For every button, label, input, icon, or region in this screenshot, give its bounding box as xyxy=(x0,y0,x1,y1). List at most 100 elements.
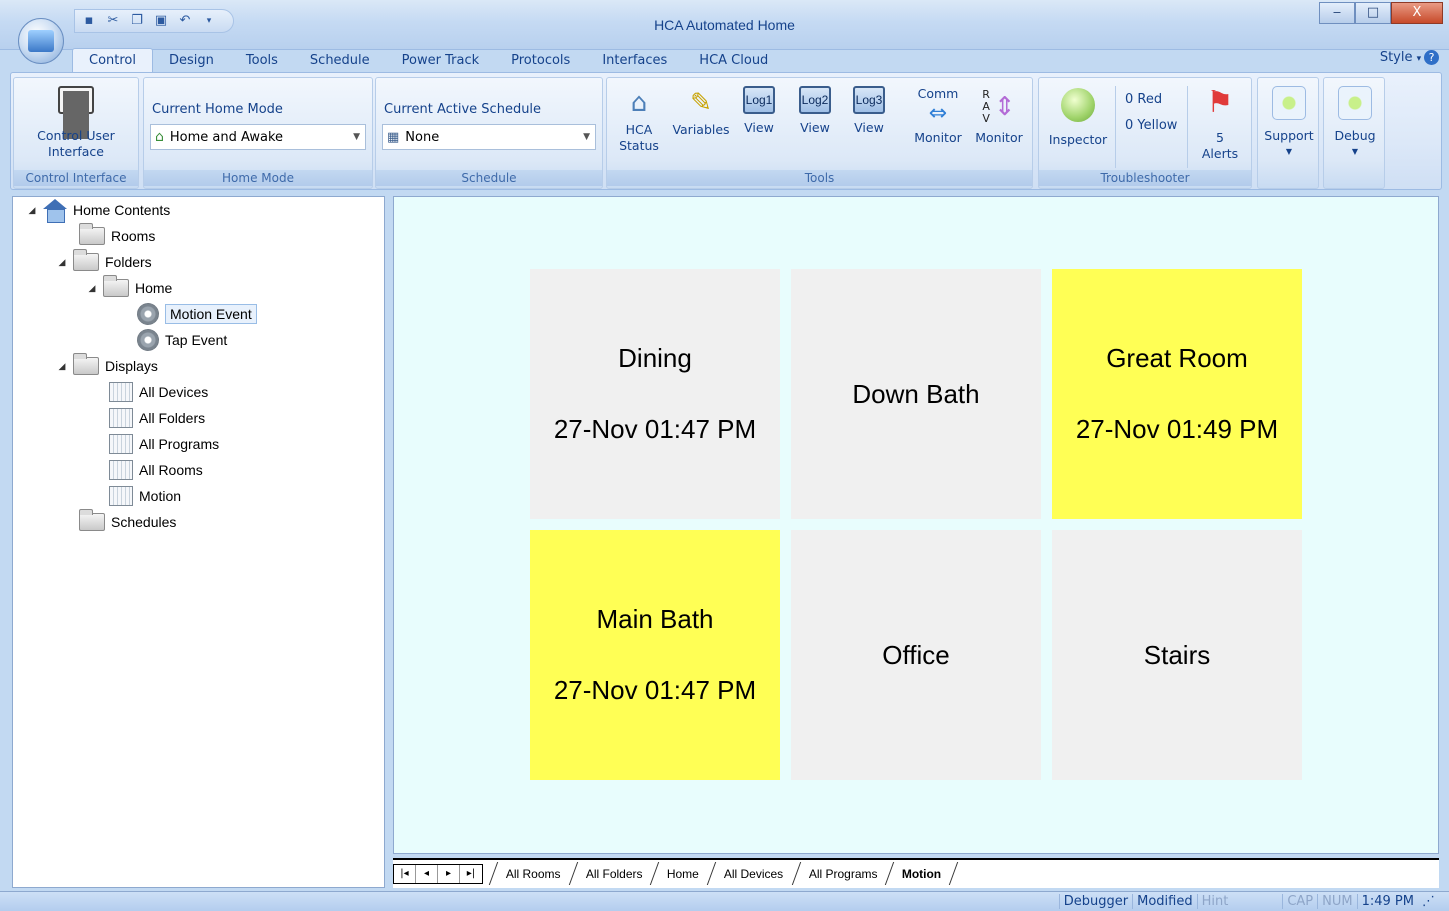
last-motion-time: 27-Nov 01:49 PM xyxy=(1075,414,1279,444)
collapse-icon[interactable]: ◢ xyxy=(87,283,97,294)
status-clock: 1:49 PM xyxy=(1356,894,1418,909)
hca-status-button[interactable]: ⌂ HCA Status xyxy=(613,88,665,154)
tree-node-all-devices[interactable]: All Devices xyxy=(109,381,208,403)
help-icon[interactable]: ? xyxy=(1424,50,1439,65)
tree-node-home-contents[interactable]: ◢ Home Contents xyxy=(27,199,170,223)
style-menu[interactable]: Style ▾ ? xyxy=(1380,50,1439,65)
home-app-icon xyxy=(28,30,54,52)
tab-navigation: |◂ ◂ ▸ ▸| xyxy=(393,864,483,884)
display-tab-all-programs[interactable]: All Programs xyxy=(791,862,894,885)
home-mode-select[interactable]: ⌂ Home and Awake ▼ xyxy=(150,124,366,150)
tree-node-home[interactable]: ◢ Home xyxy=(87,275,172,299)
close-button[interactable]: X xyxy=(1391,2,1443,24)
ribbon-panel: Control User Interface Control Interface… xyxy=(10,72,1442,190)
window-controls: ‒ □ X xyxy=(1319,2,1443,24)
display-tab-all-rooms[interactable]: All Rooms xyxy=(488,862,577,885)
house-magnifier-icon: ⌂ xyxy=(630,88,648,118)
display-tab-home[interactable]: Home xyxy=(650,862,716,885)
log1-view-button[interactable]: Log1 View xyxy=(737,86,781,136)
status-debugger: Debugger xyxy=(1058,894,1132,909)
collapse-icon[interactable]: ◢ xyxy=(27,205,37,216)
maximize-button[interactable]: □ xyxy=(1355,2,1391,24)
debug-button[interactable]: Debug ▼ xyxy=(1326,86,1384,160)
room-name: Down Bath xyxy=(852,378,980,409)
first-tab-icon[interactable]: |◂ xyxy=(394,865,416,883)
status-modified: Modified xyxy=(1132,894,1196,909)
tree-node-schedules[interactable]: Schedules xyxy=(79,509,176,533)
display-tab-all-folders[interactable]: All Folders xyxy=(568,862,659,885)
tree-node-tap-event[interactable]: Tap Event xyxy=(137,329,227,351)
control-user-interface-button[interactable]: Control User Interface xyxy=(20,86,132,160)
red-count[interactable]: 0 Red xyxy=(1125,92,1162,107)
status-caps-lock: CAP xyxy=(1282,894,1317,909)
tree-node-motion-event[interactable]: Motion Event xyxy=(137,303,257,325)
tree-node-label: Motion Event xyxy=(165,304,257,324)
green-light-icon xyxy=(1272,86,1306,120)
log1-view-label: View xyxy=(744,120,774,135)
next-tab-icon[interactable]: ▸ xyxy=(438,865,460,883)
application-menu-button[interactable] xyxy=(18,18,64,64)
support-button[interactable]: Support ▼ xyxy=(1260,86,1318,160)
room-tile-main-bath[interactable]: Main Bath 27-Nov 01:47 PM xyxy=(530,530,780,780)
tree-node-all-rooms[interactable]: All Rooms xyxy=(109,459,203,481)
room-tile-down-bath[interactable]: Down Bath xyxy=(791,269,1041,519)
last-tab-icon[interactable]: ▸| xyxy=(460,865,482,883)
style-menu-label: Style xyxy=(1379,50,1413,65)
tree-node-label: Rooms xyxy=(111,228,156,244)
tab-interfaces[interactable]: Interfaces xyxy=(586,49,683,73)
room-tile-dining[interactable]: Dining 27-Nov 01:47 PM xyxy=(530,269,780,519)
resize-grip-icon[interactable]: ⋰ xyxy=(1418,894,1439,909)
tab-label: All Rooms xyxy=(505,867,561,881)
tab-design[interactable]: Design xyxy=(153,49,230,73)
schedule-select[interactable]: ▦ None ▼ xyxy=(382,124,596,150)
yellow-count[interactable]: 0 Yellow xyxy=(1125,118,1177,133)
room-tile-stairs[interactable]: Stairs xyxy=(1052,530,1302,780)
last-motion-time: 27-Nov 01:47 PM xyxy=(553,675,757,705)
display-tab-all-devices[interactable]: All Devices xyxy=(707,862,800,885)
tree-node-folders[interactable]: ◢ Folders xyxy=(57,249,152,273)
collapse-icon[interactable]: ◢ xyxy=(57,361,67,372)
tab-hca-cloud[interactable]: HCA Cloud xyxy=(683,49,784,73)
schedule-value: None xyxy=(405,129,440,145)
log2-view-label: View xyxy=(800,120,830,135)
log3-view-button[interactable]: Log3 View xyxy=(847,86,891,136)
house-icon xyxy=(43,199,67,223)
minimize-button[interactable]: ‒ xyxy=(1319,2,1355,24)
group-tools: ⌂ HCA Status ✎ Variables Log1 View Log2 … xyxy=(606,77,1033,189)
tab-tools[interactable]: Tools xyxy=(230,49,294,73)
comm-monitor-button[interactable]: Comm ⇔ Monitor xyxy=(907,86,969,146)
display-tab-motion[interactable]: Motion xyxy=(885,862,959,885)
tree-node-all-programs[interactable]: All Programs xyxy=(109,433,219,455)
log3-view-label: View xyxy=(854,120,884,135)
tab-power-track[interactable]: Power Track xyxy=(386,49,495,73)
tab-schedule[interactable]: Schedule xyxy=(294,49,386,73)
previous-tab-icon[interactable]: ◂ xyxy=(416,865,438,883)
display-icon xyxy=(109,434,133,454)
room-tile-great-room[interactable]: Great Room 27-Nov 01:49 PM xyxy=(1052,269,1302,519)
status-num-lock: NUM xyxy=(1317,894,1356,909)
control-user-interface-label: Control User Interface xyxy=(37,128,115,159)
tab-control[interactable]: Control xyxy=(72,48,153,73)
room-tile-office[interactable]: Office xyxy=(791,530,1041,780)
tree-node-all-folders[interactable]: All Folders xyxy=(109,407,205,429)
inspector-label: Inspector xyxy=(1048,132,1108,147)
tab-protocols[interactable]: Protocols xyxy=(495,49,586,73)
log2-view-button[interactable]: Log2 View xyxy=(793,86,837,136)
display-icon xyxy=(109,408,133,428)
tree-node-rooms[interactable]: Rooms xyxy=(79,223,156,247)
collapse-icon[interactable]: ◢ xyxy=(57,257,67,268)
folder-icon xyxy=(73,353,99,375)
alerts-button[interactable]: ⚑ 5 Alerts xyxy=(1191,86,1249,162)
room-name: Dining xyxy=(618,343,692,373)
tree-node-label: Motion xyxy=(139,488,182,504)
inspector-button[interactable]: Inspector xyxy=(1043,88,1113,148)
rav-monitor-button[interactable]: R A V ⇕ Monitor xyxy=(969,84,1029,146)
ribbon-tabs: Control Design Tools Schedule Power Trac… xyxy=(72,47,784,73)
room-name: Great Room xyxy=(1106,343,1248,373)
motion-display-pane: Dining 27-Nov 01:47 PM Down Bath Great R… xyxy=(393,196,1439,854)
tree-node-displays[interactable]: ◢ Displays xyxy=(57,353,158,377)
home-mode-value: Home and Awake xyxy=(169,129,284,145)
variables-button[interactable]: ✎ Variables xyxy=(669,88,733,138)
tree-node-motion[interactable]: Motion xyxy=(109,485,181,507)
tab-label: All Programs xyxy=(808,867,878,881)
